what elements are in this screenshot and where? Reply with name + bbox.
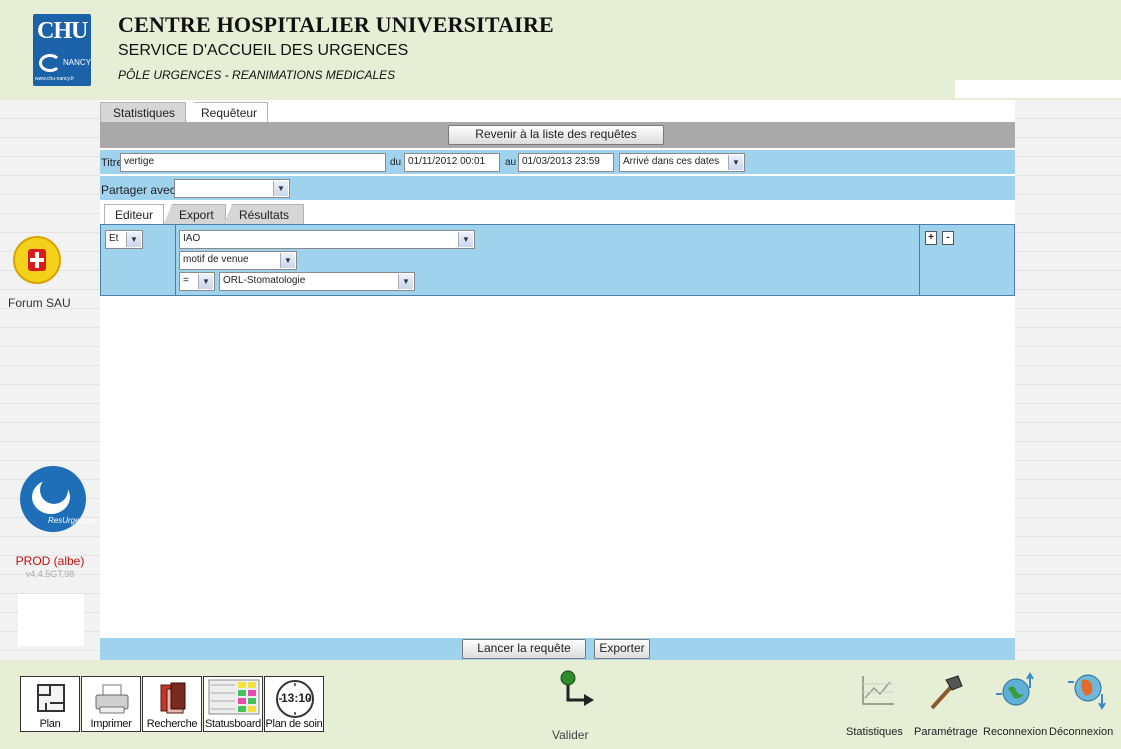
logo-url: www.chu-nancy.fr — [35, 76, 75, 82]
logo-wave-icon — [39, 54, 61, 72]
plan-button[interactable]: Plan — [20, 676, 80, 732]
statusboard-label: Statusboard — [204, 718, 262, 730]
medical-cross-icon — [28, 249, 46, 271]
date-mode-value: Arrivé dans ces dates — [623, 156, 720, 167]
print-label: Imprimer — [90, 718, 132, 730]
clock-time: 13:10 — [281, 691, 312, 705]
field-select[interactable]: IAO ▼ — [179, 230, 475, 249]
chu-nancy-logo: CHU NANCY www.chu-nancy.fr — [33, 14, 91, 86]
page-subtitle: SERVICE D'ACCUEIL DES URGENCES — [118, 42, 409, 59]
logout-globe-icon[interactable] — [1066, 668, 1110, 710]
from-date-input[interactable]: 01/11/2012 00:01 — [404, 153, 500, 172]
statusboard-grid-icon — [208, 679, 260, 715]
field-value: IAO — [183, 233, 201, 244]
care-plan-label: Plan de soin — [265, 718, 323, 730]
back-to-queries-button[interactable]: Revenir à la liste des requêtes — [448, 125, 664, 145]
chevron-down-icon: ▼ — [280, 253, 295, 268]
statusboard-button[interactable]: Statusboard — [203, 676, 263, 732]
tab-statistiques[interactable]: Statistiques — [100, 102, 186, 122]
share-label: Partager avec: — [101, 183, 180, 197]
subfield-select[interactable]: motif de venue ▼ — [179, 251, 297, 270]
sidebar-blank-panel — [18, 594, 84, 646]
export-button[interactable]: Exporter — [594, 639, 650, 659]
search-label: Recherche — [146, 718, 198, 730]
title-input[interactable]: vertige — [120, 153, 386, 172]
top-tab-bar: Statistiques Requêteur — [100, 100, 1015, 122]
value-value: ORL-Stomatologie — [223, 275, 306, 286]
reconnect-globe-icon[interactable] — [994, 670, 1038, 710]
tab-resultats[interactable]: Résultats — [224, 204, 304, 224]
comparator-value: = — [183, 275, 189, 286]
printer-icon — [95, 684, 129, 714]
validate-label: Valider — [552, 728, 589, 742]
left-sidebar: Forum SAU ResUrgences PROD (albe) v4.4.5… — [0, 100, 100, 660]
value-select[interactable]: ORL-Stomatologie ▼ — [219, 272, 415, 291]
chevron-down-icon: ▼ — [198, 274, 213, 289]
statistics-chart-icon[interactable] — [860, 674, 896, 708]
chevron-down-icon: ▼ — [126, 232, 141, 247]
tab-requeteur[interactable]: Requêteur — [186, 102, 268, 122]
app-header: CHU NANCY www.chu-nancy.fr CENTRE HOSPIT… — [0, 0, 1121, 100]
action-bar: Lancer la requête Exporter — [100, 638, 1015, 660]
urgences-logo-icon[interactable] — [13, 236, 61, 284]
folder-search-icon — [160, 682, 186, 714]
remove-condition-button[interactable]: - — [942, 231, 954, 245]
chevron-down-icon: ▼ — [398, 274, 413, 289]
chevron-down-icon: ▼ — [273, 181, 288, 196]
to-label: au — [505, 157, 517, 168]
tab-export[interactable]: Export — [164, 204, 226, 224]
resurgences-logo-icon: ResUrgences — [20, 466, 96, 532]
swirl-shape-inner — [40, 476, 68, 504]
share-row: Partager avec: ▼ — [100, 176, 1015, 200]
query-editor-panel: Et ▼ IAO ▼ motif de venue ▼ = ▼ ORL-Stom… — [100, 224, 1015, 296]
add-condition-button[interactable]: + — [925, 231, 937, 245]
logo-text: CHU — [37, 18, 88, 44]
chevron-down-icon: ▼ — [728, 155, 743, 170]
search-button[interactable]: Recherche — [142, 676, 202, 732]
page-title: CENTRE HOSPITALIER UNIVERSITAIRE — [118, 12, 554, 37]
print-button[interactable]: Imprimer — [81, 676, 141, 732]
main-content: Statistiques Requêteur Revenir à la list… — [100, 100, 1015, 660]
forum-sau-link[interactable]: Forum SAU — [8, 296, 71, 310]
query-title-row: Titre vertige du 01/11/2012 00:01 au 01/… — [100, 150, 1015, 174]
toolbar-gray: Revenir à la liste des requêtes — [100, 122, 1015, 148]
hammer-icon[interactable] — [926, 672, 966, 712]
reconnect-label[interactable]: Reconnexion — [983, 726, 1047, 738]
right-sidebar — [1015, 100, 1121, 660]
plan-label: Plan — [39, 718, 61, 730]
resurgences-word: ResUrgences — [48, 516, 97, 525]
header-blank-field — [955, 80, 1121, 98]
run-query-button[interactable]: Lancer la requête — [462, 639, 586, 659]
logout-label[interactable]: Déconnexion — [1049, 726, 1113, 738]
care-plan-button[interactable]: 13:10 Plan de soin — [264, 676, 324, 732]
floor-plan-icon — [37, 684, 65, 712]
from-label: du — [390, 157, 402, 168]
date-mode-select[interactable]: Arrivé dans ces dates ▼ — [619, 153, 745, 172]
comparator-select[interactable]: = ▼ — [179, 272, 215, 291]
subfield-value: motif de venue — [183, 254, 249, 265]
chevron-down-icon: ▼ — [458, 232, 473, 247]
to-date-input[interactable]: 01/03/2013 23:59 — [518, 153, 614, 172]
version-label: v4.4.5GT.98 — [25, 569, 75, 579]
page-pole: PÔLE URGENCES - REANIMATIONS MEDICALES — [118, 68, 396, 82]
statistics-label[interactable]: Statistiques — [846, 726, 903, 738]
editor-tab-bar: Editeur Export Résultats — [100, 202, 1015, 224]
column-divider — [175, 225, 176, 295]
tab-editeur[interactable]: Editeur — [104, 204, 164, 224]
column-divider — [919, 225, 920, 295]
environment-label: PROD (albe) — [15, 554, 85, 568]
validate-button[interactable]: Valider — [548, 666, 608, 744]
joystick-arrow-icon — [560, 670, 594, 706]
share-select[interactable]: ▼ — [174, 179, 290, 198]
settings-label[interactable]: Paramétrage — [914, 726, 978, 738]
footer-toolbar: Plan Imprimer Recherche Statusboard 13:1… — [0, 660, 1121, 749]
operator-value: Et — [109, 233, 119, 244]
operator-select[interactable]: Et ▼ — [105, 230, 143, 249]
logo-sub: NANCY — [63, 58, 91, 67]
